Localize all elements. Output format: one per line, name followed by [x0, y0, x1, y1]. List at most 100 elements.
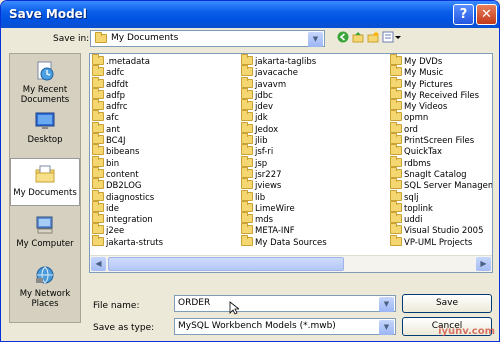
folder-item[interactable]: rdbms	[390, 155, 492, 169]
folder-item[interactable]: uddi	[390, 212, 492, 225]
folder-item[interactable]: My Received Files	[390, 87, 492, 101]
folder-item[interactable]: jakarta-struts	[92, 234, 163, 248]
folder-item[interactable]: bibeans	[92, 144, 163, 157]
folder-item[interactable]: toplink	[390, 200, 492, 214]
folder-item[interactable]: lib	[241, 189, 327, 203]
folder-icon	[92, 54, 104, 65]
chevron-down-icon[interactable]: ▼	[379, 320, 394, 335]
scroll-left-icon[interactable]: ◀	[91, 257, 106, 271]
folder-item[interactable]: Jedox	[241, 121, 327, 135]
folder-name: javacache	[255, 68, 298, 79]
folder-name: My Pictures	[404, 79, 453, 90]
folder-item[interactable]: adfc	[92, 65, 163, 78]
folder-item[interactable]: LimeWire	[241, 200, 327, 214]
place-label: My Recent Documents	[20, 85, 70, 105]
folder-icon	[241, 65, 253, 77]
folder-item[interactable]: adfp	[92, 87, 163, 101]
folder-item[interactable]: BC4J	[92, 133, 163, 147]
place-label: Desktop	[27, 135, 63, 145]
file-list[interactable]: .metadata adfc adfdt adfp adfrc afc ant BC4J bib…	[89, 53, 493, 273]
folder-icon	[241, 178, 253, 190]
folder-item[interactable]: content	[92, 166, 163, 180]
folder-name: afc	[106, 113, 119, 124]
save-button[interactable]: Save	[402, 294, 492, 313]
folder-name: BC4J	[106, 136, 126, 147]
folder-icon	[92, 166, 104, 178]
folder-item[interactable]: javavm	[241, 76, 327, 90]
folder-icon	[241, 155, 253, 167]
folder-icon	[92, 121, 104, 133]
network-places-icon	[36, 266, 54, 284]
folder-item[interactable]: SnagIt Catalog	[390, 166, 492, 180]
folder-item[interactable]: opmn	[390, 110, 492, 124]
folder-item[interactable]: jviews	[241, 178, 327, 191]
folder-icon	[241, 133, 253, 145]
folder-icon	[92, 212, 104, 224]
horizontal-scrollbar[interactable]: ◀ ▶	[90, 255, 492, 272]
folder-item[interactable]: My Data Sources	[241, 234, 327, 248]
folder-item[interactable]: mds	[241, 212, 327, 226]
folder-name: opmn	[404, 113, 429, 124]
back-icon[interactable]	[337, 31, 349, 43]
scrollbar-thumb[interactable]	[108, 257, 344, 271]
folder-item[interactable]: DB2LOG	[92, 178, 163, 191]
folder-item[interactable]: integration	[92, 212, 163, 225]
help-button[interactable]: ?	[453, 4, 474, 25]
close-button[interactable]: ✕	[476, 4, 497, 25]
folder-item[interactable]: jsr227	[241, 166, 327, 180]
view-menu-icon[interactable]	[382, 31, 402, 43]
folder-item[interactable]: Visual Studio 2005	[390, 223, 492, 236]
folder-item[interactable]: adfrc	[92, 99, 163, 112]
folder-item[interactable]: j2ee	[92, 223, 163, 236]
place-my-documents[interactable]: My Documents	[10, 158, 80, 206]
folder-item[interactable]: My Pictures	[390, 76, 492, 90]
folder-item[interactable]: SQL Server Managem	[390, 178, 492, 191]
folder-item[interactable]: sqlj	[390, 189, 492, 203]
scroll-right-icon[interactable]: ▶	[476, 257, 491, 271]
folder-name: mds	[255, 215, 274, 226]
folder-icon	[241, 110, 253, 122]
folder-item[interactable]: javacache	[241, 65, 327, 79]
folder-item[interactable]: jdk	[241, 110, 327, 123]
folder-item[interactable]: ide	[92, 200, 163, 214]
folder-item[interactable]: ant	[92, 121, 163, 135]
folder-item[interactable]: ord	[390, 121, 492, 135]
save-as-type-dropdown[interactable]: MySQL Workbench Models (*.mwb) ▼	[174, 318, 396, 335]
file-name-input[interactable]: ORDER ▼	[174, 295, 396, 312]
folder-item[interactable]: bin	[92, 155, 163, 169]
folder-item[interactable]: My Music	[390, 65, 492, 78]
folder-item[interactable]: VP-UML Projects	[390, 234, 492, 248]
folder-name: jlib	[255, 136, 268, 147]
up-folder-icon[interactable]	[352, 31, 364, 43]
folder-icon	[92, 155, 104, 167]
folder-icon	[92, 189, 104, 201]
place-desktop[interactable]: Desktop	[10, 110, 80, 145]
place-my-recent-documents[interactable]: My Recent Documents	[10, 60, 80, 105]
new-folder-icon[interactable]	[367, 31, 379, 43]
chevron-down-icon[interactable]: ▼	[308, 32, 323, 47]
save-in-dropdown[interactable]: My Documents ▼	[90, 30, 325, 47]
folder-item[interactable]: QuickTax	[390, 144, 492, 157]
folder-item[interactable]: adfdt	[92, 76, 163, 90]
folder-item[interactable]: .metadata	[92, 54, 163, 67]
chevron-down-icon[interactable]: ▼	[379, 297, 394, 312]
place-my-network-places[interactable]: My Network Places	[10, 264, 80, 309]
folder-item[interactable]: jlib	[241, 133, 327, 147]
folder-item[interactable]: jdbc	[241, 87, 327, 101]
folder-item[interactable]: afc	[92, 110, 163, 124]
place-my-computer[interactable]: My Computer	[10, 214, 80, 249]
folder-item[interactable]: jakarta-taglibs	[241, 54, 327, 67]
folder-name: bin	[106, 158, 120, 169]
folder-item[interactable]: My DVDs	[390, 54, 492, 67]
watermark-text: iyunv.com	[438, 326, 495, 337]
folder-name: ord	[404, 124, 418, 135]
folder-icon	[390, 200, 402, 212]
folder-item[interactable]: PrintScreen Files	[390, 133, 492, 146]
folder-item[interactable]: diagnostics	[92, 189, 163, 203]
folder-item[interactable]: jdev	[241, 99, 327, 112]
folder-item[interactable]: My Videos	[390, 99, 492, 112]
folder-item[interactable]: META-INF	[241, 223, 327, 236]
folder-icon	[390, 65, 402, 77]
folder-item[interactable]: jsp	[241, 155, 327, 169]
folder-item[interactable]: jsf-ri	[241, 144, 327, 157]
